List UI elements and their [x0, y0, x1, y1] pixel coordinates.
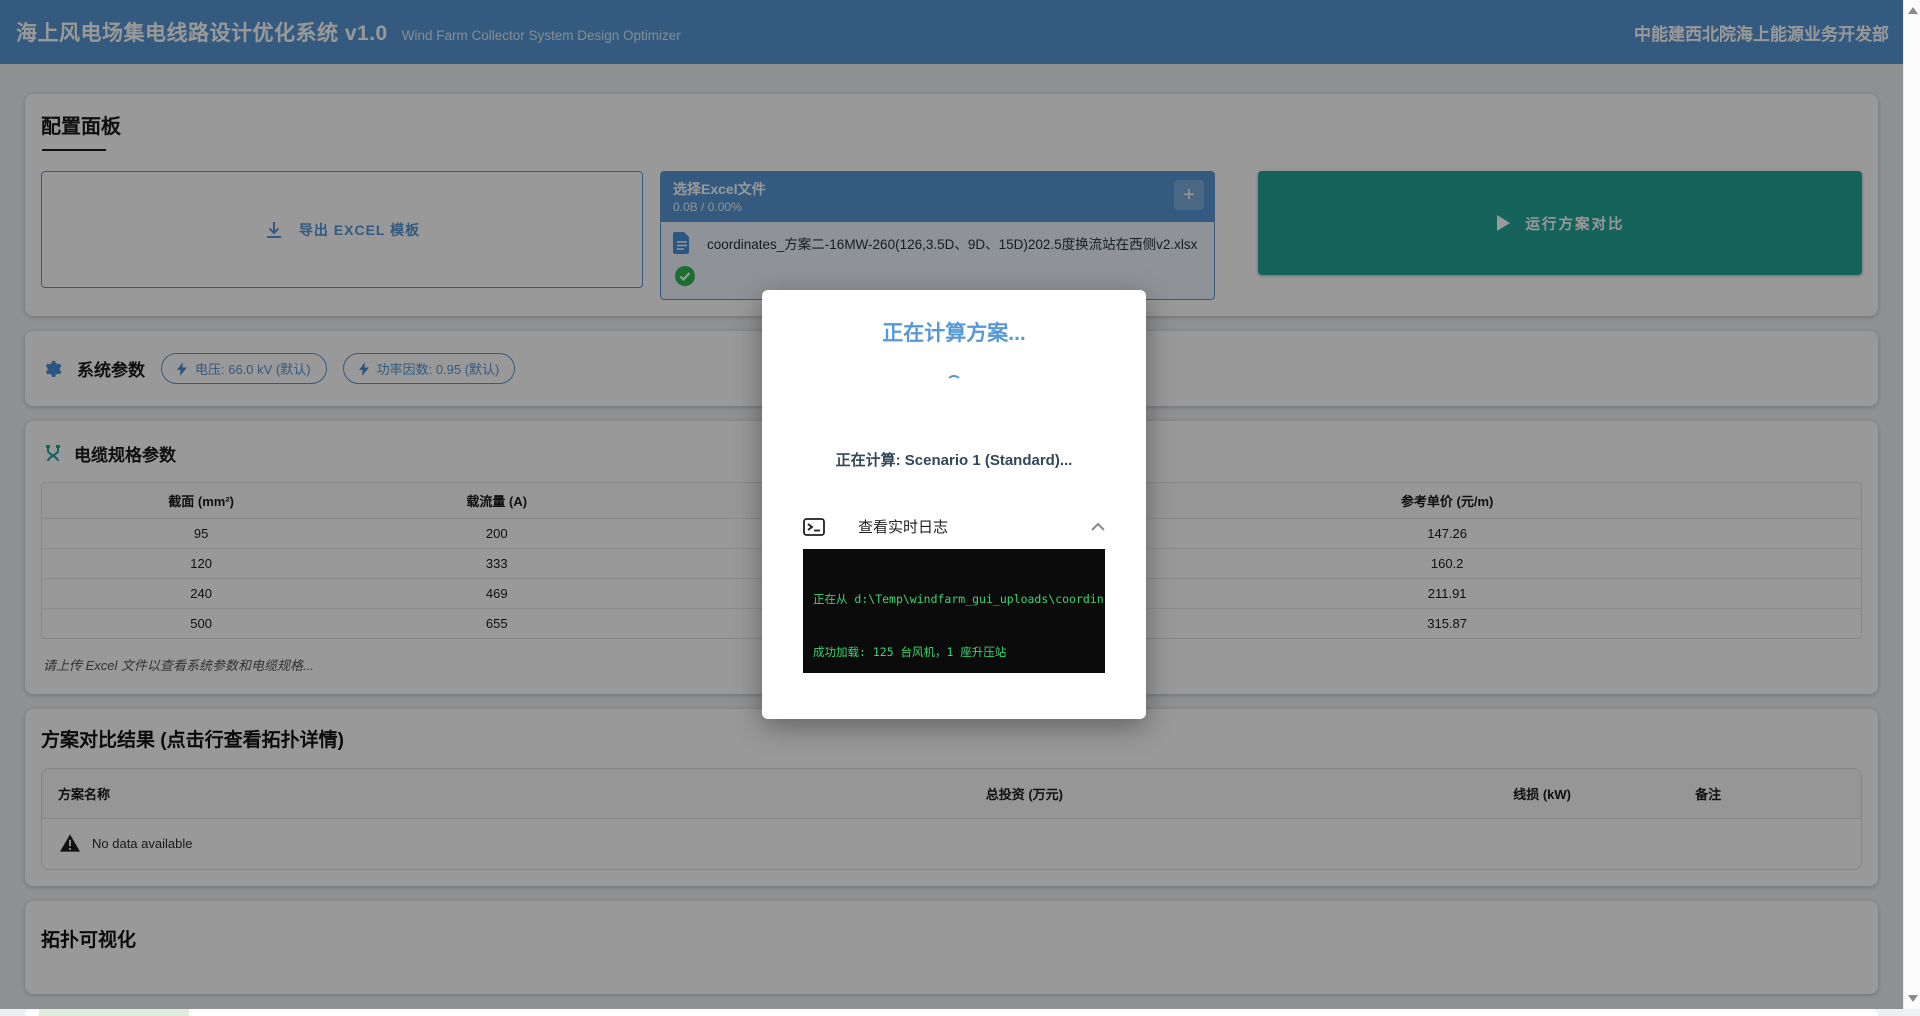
log-line: 成功加载: 125 台风机，1 座升压站 — [813, 644, 1105, 662]
scroll-down-arrow[interactable] — [1908, 995, 1918, 1002]
vertical-scrollbar[interactable] — [1903, 0, 1920, 1009]
calculating-modal: 正在计算方案... 正在计算: Scenario 1 (Standard)...… — [762, 290, 1146, 719]
log-label: 查看实时日志 — [858, 516, 948, 537]
log-line: 正在从 d:\Temp\windfarm_gui_uploads\coordin — [813, 591, 1105, 609]
modal-title: 正在计算方案... — [762, 317, 1146, 347]
chevron-up-icon — [1091, 522, 1105, 531]
log-expansion-toggle[interactable]: 查看实时日志 — [803, 516, 1105, 537]
sliver-accent — [39, 1009, 189, 1016]
scroll-up-arrow[interactable] — [1908, 7, 1918, 14]
loading-spinner — [946, 375, 962, 391]
terminal-icon — [803, 518, 825, 536]
log-terminal[interactable]: 正在从 d:\Temp\windfarm_gui_uploads\coordin… — [803, 549, 1105, 673]
calc-status-text: 正在计算: Scenario 1 (Standard)... — [762, 449, 1146, 470]
next-card-sliver — [25, 1009, 1878, 1016]
